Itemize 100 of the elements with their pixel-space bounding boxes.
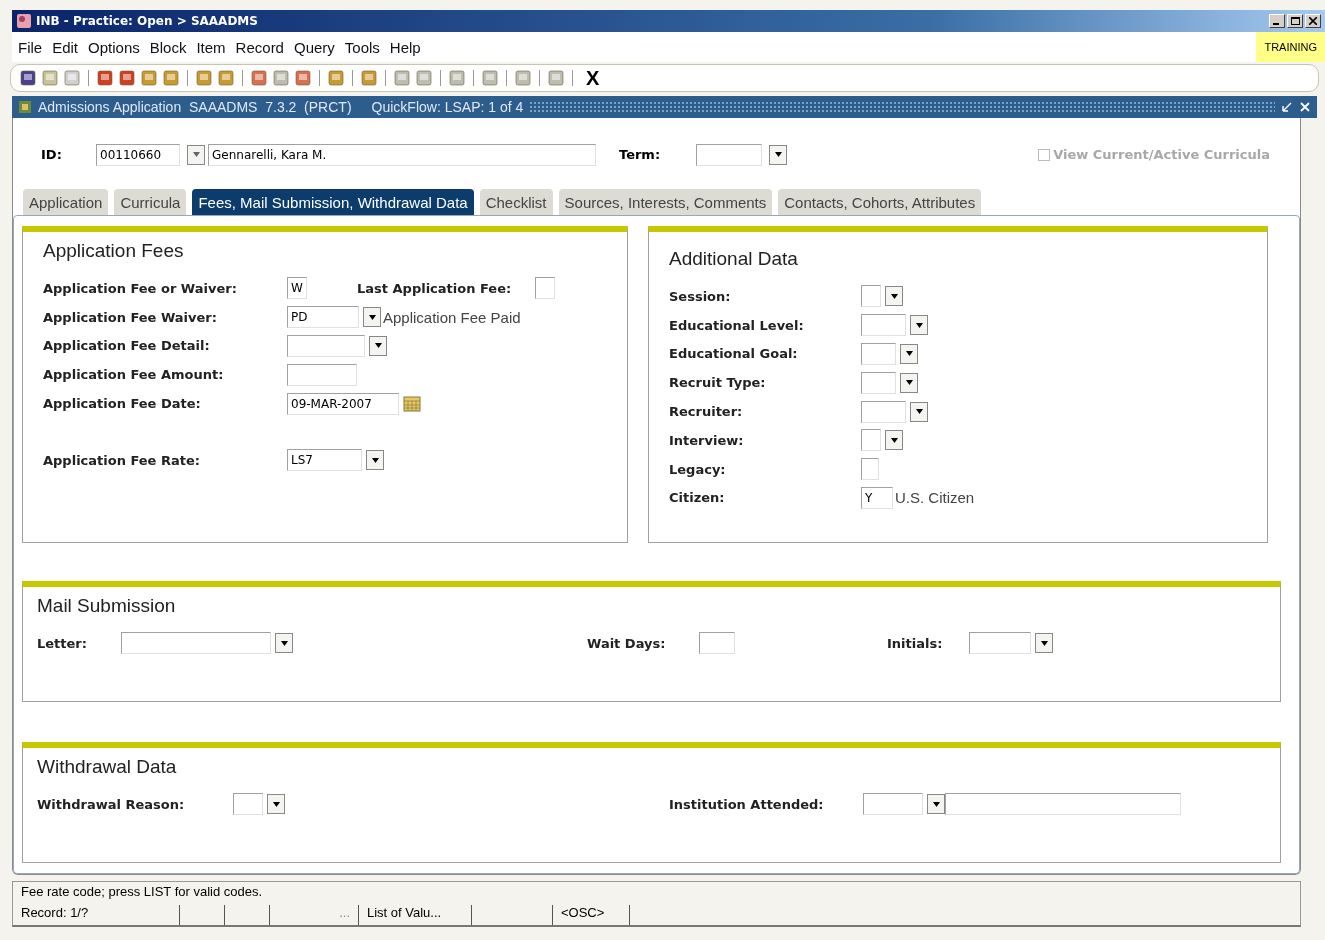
dropdown-button[interactable] — [885, 430, 903, 451]
input-field[interactable] — [863, 793, 923, 816]
menu-item[interactable]: File — [18, 38, 43, 56]
dropdown-button[interactable] — [927, 794, 945, 815]
input-field[interactable] — [121, 632, 271, 655]
menu-item[interactable]: Tools — [344, 38, 380, 56]
input-field[interactable] — [969, 632, 1031, 655]
input-field[interactable] — [861, 429, 881, 452]
field-label: Recruit Type: — [669, 375, 767, 391]
exit-button[interactable]: X — [580, 66, 606, 90]
dropdown-button[interactable] — [363, 307, 381, 328]
dropdown-button[interactable] — [910, 315, 928, 336]
caret-icon — [374, 343, 382, 349]
form-icon — [18, 100, 32, 114]
input-field[interactable] — [287, 363, 357, 386]
dropdown-button[interactable] — [910, 401, 928, 422]
tool-icon[interactable] — [547, 69, 565, 87]
calendar-button[interactable] — [403, 394, 421, 413]
tool-icon[interactable] — [140, 69, 158, 87]
tool-icon[interactable] — [514, 69, 532, 87]
tool-icon[interactable] — [96, 69, 114, 87]
id-field[interactable]: 00110660 — [96, 143, 180, 166]
input-field[interactable] — [861, 314, 906, 337]
menu-item[interactable]: Block — [149, 38, 187, 56]
input-field[interactable] — [861, 400, 906, 423]
status-field: ... — [270, 905, 359, 925]
input-field[interactable]: 09-MAR-2007 — [287, 392, 399, 415]
input-field[interactable] — [535, 277, 556, 300]
description-field[interactable] — [945, 793, 1181, 816]
section-title: Application Fees — [43, 240, 185, 262]
field-label: Recruiter: — [669, 404, 744, 420]
app-icon — [16, 13, 32, 29]
input-field[interactable] — [699, 632, 735, 655]
input-field[interactable]: PD — [287, 306, 359, 329]
name-field[interactable]: Gennarelli, Kara M. — [208, 143, 596, 166]
input-field[interactable] — [861, 343, 896, 365]
dropdown-button[interactable] — [275, 633, 293, 654]
caret-icon — [890, 293, 898, 299]
restore-icon[interactable] — [1281, 101, 1293, 113]
tab[interactable]: Contacts, Cohorts, Attributes — [778, 189, 982, 215]
caret-icon — [915, 322, 923, 328]
menu-item[interactable]: Help — [389, 38, 421, 56]
caret-icon — [1040, 640, 1048, 646]
dropdown-button[interactable] — [769, 144, 787, 165]
dropdown-button[interactable] — [267, 794, 285, 815]
field-description: Application Fee Paid — [383, 308, 521, 326]
tool-icon[interactable] — [448, 69, 466, 87]
tool-icon[interactable] — [162, 69, 180, 87]
tool-icon[interactable] — [217, 69, 235, 87]
close-button[interactable] — [1305, 14, 1321, 28]
close-icon — [1309, 17, 1317, 25]
id-label: ID: — [41, 147, 63, 162]
tab[interactable]: Checklist — [479, 189, 553, 215]
close-icon[interactable] — [1299, 101, 1311, 113]
tool-icon[interactable] — [118, 69, 136, 87]
dropdown-button[interactable] — [366, 450, 384, 471]
tab[interactable]: Sources, Interests, Comments — [558, 189, 773, 215]
caret-icon — [368, 314, 376, 320]
input-field[interactable] — [861, 285, 881, 308]
tool-icon[interactable] — [272, 69, 290, 87]
dropdown-button[interactable] — [885, 286, 903, 307]
field-label: Legacy: — [669, 461, 727, 477]
tab[interactable]: Fees, Mail Submission, Withdrawal Data — [192, 189, 474, 215]
status-field: List of Valu... — [359, 905, 472, 925]
menu-item[interactable]: Options — [88, 38, 140, 56]
input-field[interactable]: LS7 — [287, 449, 362, 472]
menu-item[interactable]: Item — [196, 38, 226, 56]
tool-icon[interactable] — [415, 69, 433, 87]
menu-item[interactable]: Record — [235, 38, 284, 56]
dropdown-button[interactable] — [1035, 633, 1053, 654]
term-field[interactable] — [696, 143, 762, 166]
tab[interactable]: Curricula — [114, 189, 187, 215]
dropdown-button[interactable] — [900, 372, 918, 393]
input-field[interactable]: Y — [861, 486, 893, 509]
maximize-button[interactable] — [1287, 14, 1303, 28]
tab[interactable]: Application — [23, 189, 109, 215]
field-label: Citizen: — [669, 490, 726, 506]
field-label: Wait Days: — [587, 635, 667, 651]
minimize-button[interactable] — [1269, 14, 1285, 28]
menu-item[interactable]: Query — [293, 38, 335, 56]
maximize-icon — [1290, 17, 1300, 25]
menu-item[interactable]: Edit — [52, 38, 79, 56]
calendar-icon — [403, 394, 421, 413]
input-field[interactable]: W — [287, 277, 307, 300]
dropdown-button[interactable] — [900, 344, 918, 364]
dropdown-button[interactable] — [369, 336, 387, 356]
field-label: Application Fee Waiver: — [43, 309, 218, 325]
input-field[interactable] — [233, 793, 263, 816]
input-field[interactable] — [287, 335, 365, 357]
tool-icon[interactable] — [195, 69, 213, 87]
tool-icon[interactable] — [393, 69, 411, 87]
tool-icon[interactable] — [360, 69, 378, 87]
tool-icon[interactable] — [294, 69, 312, 87]
input-field[interactable] — [861, 458, 879, 481]
tool-icon[interactable] — [327, 69, 345, 87]
tool-icon[interactable] — [250, 69, 268, 87]
caret-icon — [915, 409, 923, 415]
tool-icon[interactable] — [481, 69, 499, 87]
caret-icon — [905, 351, 913, 357]
input-field[interactable] — [861, 371, 896, 394]
